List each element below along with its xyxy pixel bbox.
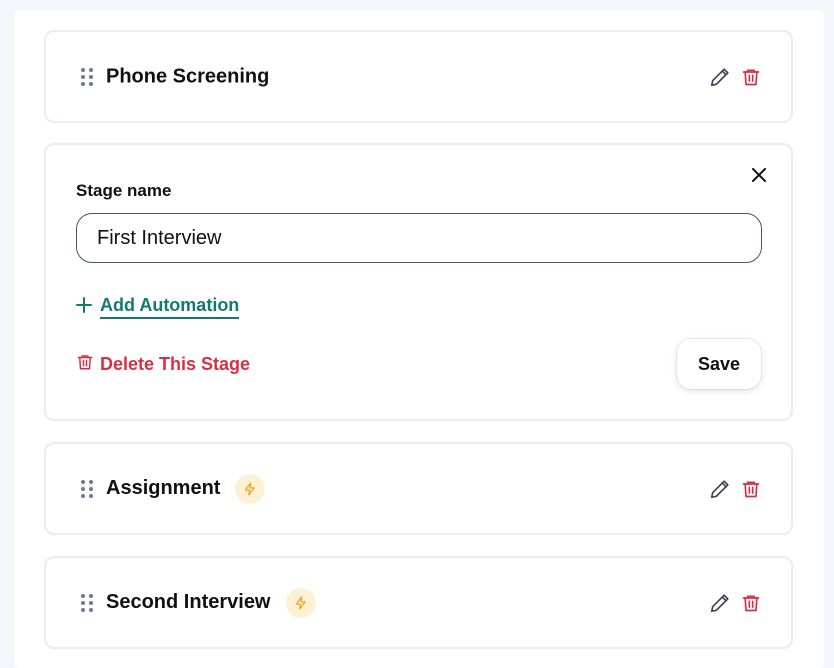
stage-card-assignment: Assignment xyxy=(44,442,793,535)
stage-title: Phone Screening xyxy=(106,65,270,87)
stage-actions xyxy=(709,592,761,614)
drag-handle-icon[interactable] xyxy=(81,479,93,498)
trash-icon xyxy=(76,352,94,377)
save-button[interactable]: Save xyxy=(677,339,761,389)
stage-actions xyxy=(709,66,761,88)
lightning-bolt-icon xyxy=(285,587,316,618)
plus-icon xyxy=(76,296,92,318)
trash-icon[interactable] xyxy=(741,478,761,500)
stage-card-second-interview: Second Interview xyxy=(44,556,793,649)
pencil-icon[interactable] xyxy=(709,66,731,88)
add-automation-label: Add Automation xyxy=(100,295,240,319)
delete-stage-label: Delete This Stage xyxy=(100,354,251,374)
close-icon[interactable] xyxy=(749,165,769,185)
pencil-icon[interactable] xyxy=(709,478,731,500)
stage-title: Second Interview xyxy=(106,587,316,618)
trash-icon[interactable] xyxy=(741,592,761,614)
stage-editor-card: Stage name Add Automation Delete This St… xyxy=(44,143,793,421)
add-automation-link[interactable]: Add Automation xyxy=(76,295,240,319)
trash-icon[interactable] xyxy=(741,66,761,88)
stage-name-input[interactable] xyxy=(76,213,762,263)
stage-card-phone-screening: Phone Screening xyxy=(44,30,793,123)
drag-handle-icon[interactable] xyxy=(81,593,93,612)
lightning-bolt-icon xyxy=(235,473,266,504)
drag-handle-icon[interactable] xyxy=(81,67,93,86)
stage-name-label: Stage name xyxy=(76,181,172,200)
pencil-icon[interactable] xyxy=(709,592,731,614)
delete-stage-button[interactable]: Delete This Stage xyxy=(76,352,250,377)
stage-title: Assignment xyxy=(106,473,266,504)
stage-actions xyxy=(709,478,761,500)
